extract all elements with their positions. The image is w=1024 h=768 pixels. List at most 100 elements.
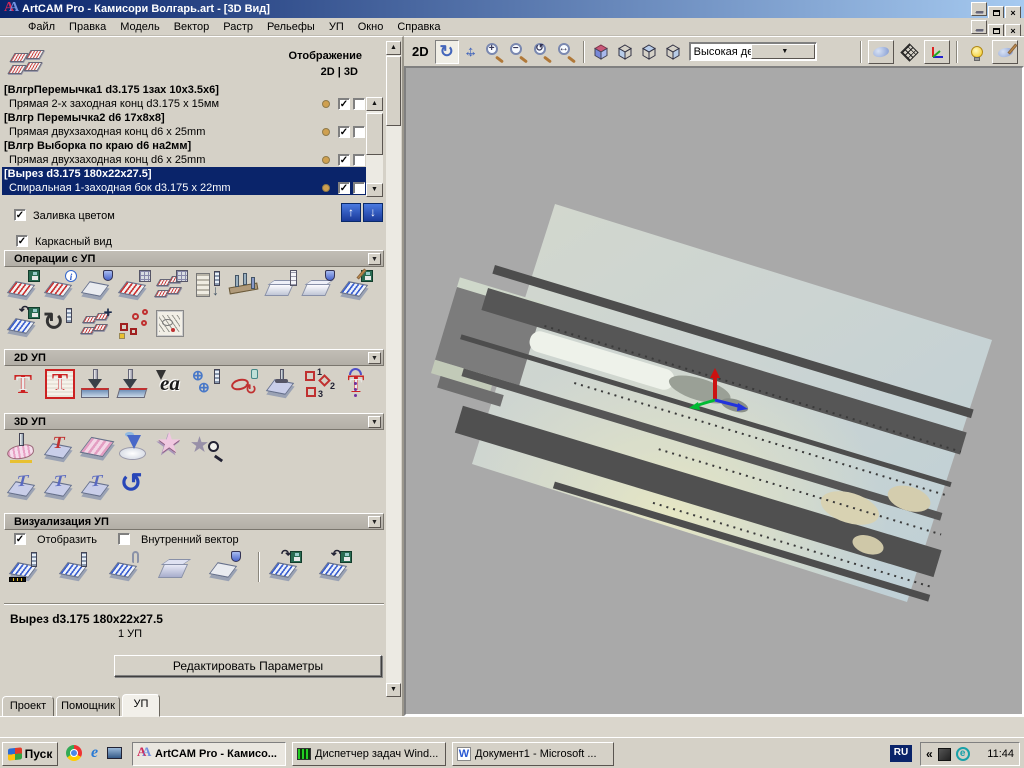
section-2d-toolpaths[interactable]: 2D УП▼ bbox=[4, 349, 384, 366]
menu-Файл[interactable]: Файл bbox=[21, 19, 62, 35]
tool-database-icon[interactable] bbox=[228, 270, 262, 302]
list-scroll-up-icon[interactable]: ▲ bbox=[366, 97, 383, 111]
panel-scroll-down-icon[interactable]: ▼ bbox=[386, 683, 401, 697]
section-collapse-icon[interactable]: ▼ bbox=[368, 352, 381, 364]
section-3d-toolpaths[interactable]: 3D УП▼ bbox=[4, 413, 384, 430]
bridges-icon[interactable]: TT bbox=[339, 368, 373, 400]
toolpath-nest-icon[interactable] bbox=[117, 307, 151, 339]
edit-parameters-button[interactable]: Редактировать Параметры bbox=[114, 655, 382, 677]
profile-machining-icon[interactable]: TT bbox=[6, 368, 40, 400]
toolpath-preview-icon[interactable] bbox=[154, 307, 188, 339]
view-along-z-icon[interactable] bbox=[661, 40, 685, 64]
engrave-plate-1-icon[interactable]: T bbox=[6, 470, 40, 502]
reset-simulation-icon[interactable] bbox=[158, 551, 192, 583]
toggle-relief-icon[interactable] bbox=[868, 40, 894, 64]
machine-relief-icon[interactable] bbox=[6, 432, 40, 464]
show-3d-checkbox[interactable] bbox=[353, 126, 365, 138]
toggle-light-icon[interactable] bbox=[964, 40, 990, 64]
language-indicator[interactable]: RU bbox=[890, 745, 912, 762]
minimize-button[interactable] bbox=[971, 2, 987, 16]
zoom-previous-icon[interactable]: ↺ bbox=[531, 40, 555, 64]
draw-relief-icon[interactable] bbox=[992, 40, 1018, 64]
toggle-origin-icon[interactable] bbox=[924, 40, 950, 64]
smart-engraving-icon[interactable]: ea bbox=[154, 368, 188, 400]
panel-scroll-track[interactable] bbox=[386, 55, 401, 683]
task-1[interactable]: AAArtCAM Pro - Камисо... bbox=[132, 742, 286, 766]
batch-calculate-icon[interactable] bbox=[154, 270, 188, 302]
area-clearance-icon[interactable]: TT bbox=[43, 368, 77, 400]
simulate-toolpath-icon[interactable] bbox=[58, 551, 92, 583]
toolpath-merge-icon[interactable]: + bbox=[80, 307, 114, 339]
child-minimize-button[interactable] bbox=[971, 20, 987, 34]
rotate-view-icon[interactable]: ↻ bbox=[435, 40, 459, 64]
show-3d-checkbox[interactable] bbox=[353, 182, 365, 194]
tab-Помощник[interactable]: Помощник bbox=[56, 696, 120, 717]
save-simulation-icon[interactable]: ↷ bbox=[268, 551, 302, 583]
menu-Модель[interactable]: Модель bbox=[113, 19, 166, 35]
menu-УП[interactable]: УП bbox=[322, 19, 351, 35]
toolpath-calculate-icon[interactable] bbox=[117, 270, 151, 302]
show-2d-checkbox[interactable]: ✓ bbox=[338, 182, 350, 194]
feature-machining-icon[interactable]: T bbox=[43, 432, 77, 464]
inner-vector-checkbox[interactable] bbox=[118, 533, 130, 545]
toolpath-delete-icon[interactable] bbox=[80, 270, 114, 302]
show-3d-checkbox[interactable] bbox=[353, 98, 365, 110]
menu-Правка[interactable]: Правка bbox=[62, 19, 113, 35]
title-bar[interactable]: AA ArtCAM Pro - Камисори Волгарь.art - [… bbox=[0, 0, 1024, 18]
template-save-icon[interactable] bbox=[339, 270, 373, 302]
menu-Рельефы[interactable]: Рельефы bbox=[260, 19, 322, 35]
tab-УП[interactable]: УП bbox=[122, 694, 160, 717]
view-along-x-icon[interactable] bbox=[613, 40, 637, 64]
zoom-out-icon[interactable]: − bbox=[507, 40, 531, 64]
internet-explorer-icon[interactable]: e bbox=[91, 744, 98, 762]
cut-out-3d-icon[interactable] bbox=[117, 432, 151, 464]
pan-view-icon[interactable]: ↔↕ bbox=[459, 40, 483, 64]
wireframe-checkbox[interactable]: ✓ bbox=[16, 235, 28, 247]
toolpath-group-header[interactable]: [Вырез d3.175 180x22x27.5] bbox=[2, 167, 366, 181]
panel-scroll-up-icon[interactable]: ▲ bbox=[386, 41, 401, 55]
load-simulation-icon[interactable]: ↶ bbox=[318, 551, 352, 583]
simulate-relief-icon[interactable]: ★ bbox=[191, 432, 225, 464]
list-scroll-down-icon[interactable]: ▼ bbox=[366, 183, 383, 197]
section-collapse-icon[interactable]: ▼ bbox=[368, 416, 381, 428]
section-toolpath-operations[interactable]: Операции с УП▼ bbox=[4, 250, 384, 267]
start-button[interactable]: Пуск bbox=[2, 742, 58, 766]
v-bit-carving-icon[interactable] bbox=[80, 368, 114, 400]
task-2[interactable]: Диспетчер задач Wind... bbox=[292, 742, 446, 766]
tray-app-icon[interactable] bbox=[938, 748, 951, 761]
template-load-icon[interactable]: ↶ bbox=[6, 307, 40, 339]
section-collapse-icon[interactable]: ▼ bbox=[368, 516, 381, 528]
toolpath-transform-icon[interactable]: ↻ bbox=[43, 307, 77, 339]
menu-Растр[interactable]: Растр bbox=[216, 19, 260, 35]
toggle-wireframe-icon[interactable] bbox=[896, 40, 922, 64]
toolpath-strategy-row[interactable]: Прямая двухзаходная конц d6 x 25mm✓ bbox=[2, 125, 366, 139]
show-2d-checkbox[interactable]: ✓ bbox=[338, 154, 350, 166]
menu-Вектор[interactable]: Вектор bbox=[167, 19, 217, 35]
isometric-view-icon[interactable] bbox=[589, 40, 613, 64]
material-delete-icon[interactable] bbox=[302, 270, 336, 302]
toolpath-group-header[interactable]: [ВлгрПеремычка1 d3.175 1зах 10x3.5x6] bbox=[2, 83, 366, 97]
fill-color-checkbox[interactable]: ✓ bbox=[14, 209, 26, 221]
list-scroll-thumb[interactable] bbox=[366, 113, 383, 155]
section-collapse-icon[interactable]: ▼ bbox=[368, 253, 381, 265]
zoom-extents-icon[interactable]: ↔ bbox=[555, 40, 579, 64]
toolpath-strategy-row[interactable]: Прямая двухзаходная конц d6 x 25mm✓ bbox=[2, 153, 366, 167]
mode-2d-button[interactable]: 2D bbox=[412, 44, 429, 59]
move-toolpath-up-button[interactable]: ↑ bbox=[341, 203, 361, 222]
show-2d-checkbox[interactable]: ✓ bbox=[338, 126, 350, 138]
toolpath-list-icon[interactable]: ↓ bbox=[191, 270, 225, 302]
show-2d-checkbox[interactable]: ✓ bbox=[338, 98, 350, 110]
bevel-carving-icon[interactable] bbox=[117, 368, 151, 400]
zoom-in-icon[interactable]: + bbox=[483, 40, 507, 64]
undo-machining-icon[interactable]: ↺ bbox=[117, 470, 151, 502]
engrave-plate-3-icon[interactable]: T bbox=[80, 470, 114, 502]
show-simulation-checkbox[interactable]: ✓ bbox=[14, 533, 26, 545]
dropdown-arrow-icon[interactable]: ▼ bbox=[751, 44, 815, 59]
simulate-all-toolpaths-icon[interactable] bbox=[108, 551, 142, 583]
section-toolpath-simulation[interactable]: Визуализация УП▼ bbox=[4, 513, 384, 530]
toolpath-group-header[interactable]: [Влгр Перемычка2 d6 17x8x8] bbox=[2, 111, 366, 125]
toolpath-info-icon[interactable]: i bbox=[43, 270, 77, 302]
machining-order-icon[interactable]: 123 bbox=[302, 368, 336, 400]
drilling-icon[interactable]: ⊕⊕ bbox=[191, 368, 225, 400]
milling-icon[interactable] bbox=[265, 368, 299, 400]
